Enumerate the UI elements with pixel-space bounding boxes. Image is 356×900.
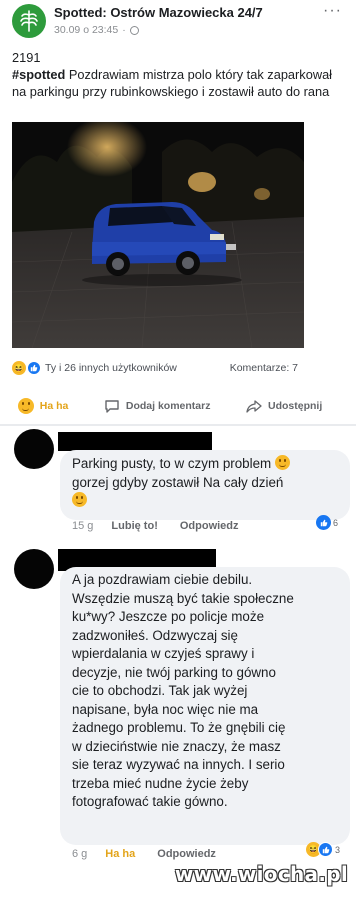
like-reaction-icon xyxy=(27,361,41,375)
smile-emoji-icon xyxy=(274,455,290,470)
like-button[interactable]: Lubię to! xyxy=(111,520,157,532)
reaction-count: 6 xyxy=(333,517,339,528)
post-timestamp: 30.09 o 23:45 · xyxy=(54,24,139,36)
comment-meta: 6 g Ha ha Odpowiedz xyxy=(72,848,216,860)
watermark: www.wiocha.pl xyxy=(174,862,348,886)
comment-reaction-badge[interactable]: 6 xyxy=(316,515,338,530)
comment-line: żadnego problemu. To że gnębili cię xyxy=(72,720,286,735)
post-action-bar: Ha ha Dodaj komentarz Udostępnij xyxy=(0,392,340,420)
add-comment-button[interactable]: Dodaj komentarz xyxy=(104,398,211,414)
comment-time: 6 g xyxy=(72,848,88,860)
post-photo[interactable] xyxy=(12,122,304,348)
comment-bubble: A ja pozdrawiam ciebie debilu. Wszędzie … xyxy=(60,567,350,845)
haha-button[interactable]: Ha ha xyxy=(105,848,135,860)
comment-bubble: Parking pusty, to w czym problem gorzej … xyxy=(60,450,350,520)
share-label: Udostępnij xyxy=(267,400,323,412)
comment-reaction-badge[interactable]: 😆 3 xyxy=(306,842,340,857)
share-icon xyxy=(246,398,262,414)
like-reaction-icon xyxy=(316,515,331,530)
reactions-summary[interactable]: 😆 Ty i 26 innych użytkowników xyxy=(12,361,177,375)
add-comment-label: Dodaj komentarz xyxy=(125,400,211,412)
comment-line: w dzieciństwie nie znaczy, że masz xyxy=(72,738,281,754)
hashtag-link[interactable]: #spotted xyxy=(12,67,65,82)
globe-icon xyxy=(129,25,139,35)
like-reaction-icon xyxy=(318,842,333,857)
comment-icon xyxy=(104,398,120,414)
post-time-text: 30.09 o 23:45 xyxy=(54,24,119,36)
share-button[interactable]: Udostępnij xyxy=(246,398,322,414)
comment-line: wpierdalania w czyjeś sprawy i xyxy=(72,646,255,661)
redacted-author-name xyxy=(58,432,212,451)
comment-line: sie teraz wyzywać na innych. I serio xyxy=(72,757,285,772)
comment-text-2: gorzej gdyby zostawił Na cały dzień xyxy=(72,474,284,490)
comment-text: Parking pusty, to w czym problem xyxy=(72,455,338,474)
post-text: 2191 #spotted Pozdrawiam mistrza polo kt… xyxy=(12,49,342,100)
haha-button-label: Ha ha xyxy=(39,400,69,412)
comment-line: Wszędzie muszą być takie społeczne xyxy=(72,590,294,606)
comment-line: ku*wy? Jeszcze po policje może xyxy=(72,609,265,624)
smile-emoji-icon xyxy=(72,492,87,507)
comments-count[interactable]: Komentarze: 7 xyxy=(230,362,298,374)
post-card: Spotted: Ostrów Mazowiecka 24/7 30.09 o … xyxy=(0,0,356,426)
comment-line: cie to obchodzi. Tak jak wyżej xyxy=(72,683,248,698)
comment-time: 15 g xyxy=(72,520,94,532)
reaction-count: 3 xyxy=(335,844,341,855)
page-name[interactable]: Spotted: Ostrów Mazowiecka 24/7 xyxy=(54,5,263,20)
haha-reaction-icon xyxy=(17,398,34,414)
haha-button[interactable]: Ha ha xyxy=(17,398,69,414)
post-body: #spotted Pozdrawiam mistrza polo który t… xyxy=(12,66,342,100)
reactions-text: Ty i 26 innych użytkowników xyxy=(45,362,177,374)
avatar[interactable] xyxy=(14,549,54,589)
comment-line: trzeba mieć nudne życie żeby xyxy=(72,775,249,791)
comment-line: fotografować takie gówno. xyxy=(72,794,228,809)
more-icon[interactable]: ··· xyxy=(323,2,342,20)
divider xyxy=(0,424,356,426)
haha-reaction-icon: 😆 xyxy=(12,361,26,375)
reply-button[interactable]: Odpowiedz xyxy=(180,520,239,532)
comment-meta: 15 g Lubię to! Odpowiedz xyxy=(72,520,239,532)
comment-line: A ja pozdrawiam ciebie debilu. xyxy=(72,572,253,587)
avatar[interactable] xyxy=(14,429,54,469)
reply-button[interactable]: Odpowiedz xyxy=(157,848,216,860)
comment-line: zadzwoniłeś. Odzwyczaj się xyxy=(72,627,238,643)
comment-line: napisane, była noc więc nie ma xyxy=(72,701,259,717)
post-number: 2191 xyxy=(12,50,41,65)
comment-line: decyzje, nie twój parking to gówno xyxy=(72,664,276,680)
page-logo-icon[interactable] xyxy=(12,4,46,38)
